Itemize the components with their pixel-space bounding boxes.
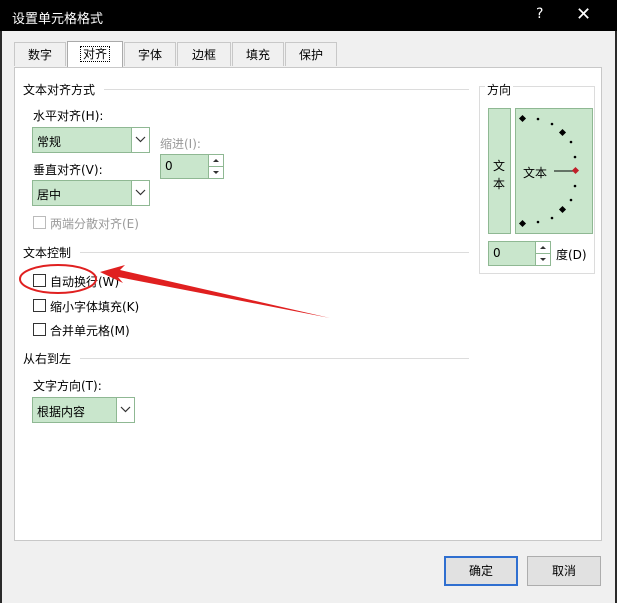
cancel-button[interactable]: 取消 xyxy=(527,556,601,586)
degrees-spin-buttons xyxy=(535,242,550,265)
tab-font-label: 字体 xyxy=(137,48,162,62)
chevron-down-icon[interactable] xyxy=(131,181,149,205)
justify-distributed-checkbox[interactable] xyxy=(33,216,46,229)
text-direction-value: 根据内容 xyxy=(37,405,86,419)
indent-label: 缩进(I): xyxy=(160,137,201,151)
tab-protection[interactable]: 保护 xyxy=(285,42,337,66)
indent-spinner[interactable]: 0 xyxy=(160,154,224,179)
tab-fill[interactable]: 填充 xyxy=(232,42,284,66)
horizontal-align-select[interactable]: 常规 xyxy=(32,127,150,153)
horizontal-align-value: 常规 xyxy=(37,135,62,149)
vertical-align-label: 垂直对齐(V): xyxy=(33,163,103,177)
vertical-text-button[interactable]: 文 本 xyxy=(488,108,511,234)
tab-border[interactable]: 边框 xyxy=(177,42,231,66)
chevron-down-icon[interactable] xyxy=(116,398,134,422)
tab-font[interactable]: 字体 xyxy=(124,42,176,66)
tab-border-label: 边框 xyxy=(191,48,216,62)
ok-button[interactable]: 确定 xyxy=(444,556,518,586)
wrap-text-checkbox[interactable] xyxy=(33,274,46,287)
spin-up-icon[interactable] xyxy=(536,242,550,254)
spin-down-icon[interactable] xyxy=(536,254,550,265)
vertical-align-value: 居中 xyxy=(37,188,62,202)
tab-protection-label: 保护 xyxy=(298,48,323,62)
title-bar: 设置单元格格式 ? ✕ xyxy=(0,0,617,31)
spin-down-icon[interactable] xyxy=(209,167,223,178)
degrees-label: 度(D) xyxy=(556,248,587,262)
degrees-value: 0 xyxy=(493,246,501,260)
close-button[interactable]: ✕ xyxy=(576,4,591,25)
vertical-text-char-2: 本 xyxy=(493,177,506,191)
shrink-to-fit-label: 缩小字体填充(K) xyxy=(50,300,140,314)
merge-cells-label: 合并单元格(M) xyxy=(50,324,130,338)
merge-cells-checkbox[interactable] xyxy=(33,323,46,336)
rtl-divider xyxy=(80,358,469,359)
wrap-text-label: 自动换行(W) xyxy=(50,275,120,289)
vertical-align-select[interactable]: 居中 xyxy=(32,180,150,206)
tab-fill-label: 填充 xyxy=(245,48,270,62)
chevron-down-icon[interactable] xyxy=(131,128,149,152)
text-control-title: 文本控制 xyxy=(23,246,72,260)
indent-spin-buttons xyxy=(208,155,223,178)
indent-value: 0 xyxy=(165,159,173,173)
horizontal-align-label: 水平对齐(H): xyxy=(33,109,104,123)
help-button[interactable]: ? xyxy=(536,6,543,22)
orientation-dial[interactable]: 文本 xyxy=(515,108,593,234)
rtl-title: 从右到左 xyxy=(23,352,72,366)
dialog-edge-left xyxy=(0,31,2,603)
dial-text: 文本 xyxy=(523,166,548,180)
tab-number-label: 数字 xyxy=(27,48,52,62)
vertical-text-char-1: 文 xyxy=(493,159,506,173)
window-title: 设置单元格格式 xyxy=(12,12,104,27)
shrink-to-fit-checkbox[interactable] xyxy=(33,299,46,312)
text-direction-select[interactable]: 根据内容 xyxy=(32,397,135,423)
degrees-spinner[interactable]: 0 xyxy=(488,241,551,266)
orientation-title: 方向 xyxy=(485,81,514,98)
spin-up-icon[interactable] xyxy=(209,155,223,167)
tab-alignment[interactable]: 对齐 xyxy=(67,41,123,67)
tab-alignment-label: 对齐 xyxy=(79,46,111,62)
text-alignment-title: 文本对齐方式 xyxy=(23,83,96,97)
justify-distributed-label: 两端分散对齐(E) xyxy=(50,217,139,231)
text-control-divider xyxy=(80,252,469,253)
text-direction-label: 文字方向(T): xyxy=(33,379,102,393)
tab-number[interactable]: 数字 xyxy=(14,42,66,66)
text-alignment-divider xyxy=(104,89,469,90)
